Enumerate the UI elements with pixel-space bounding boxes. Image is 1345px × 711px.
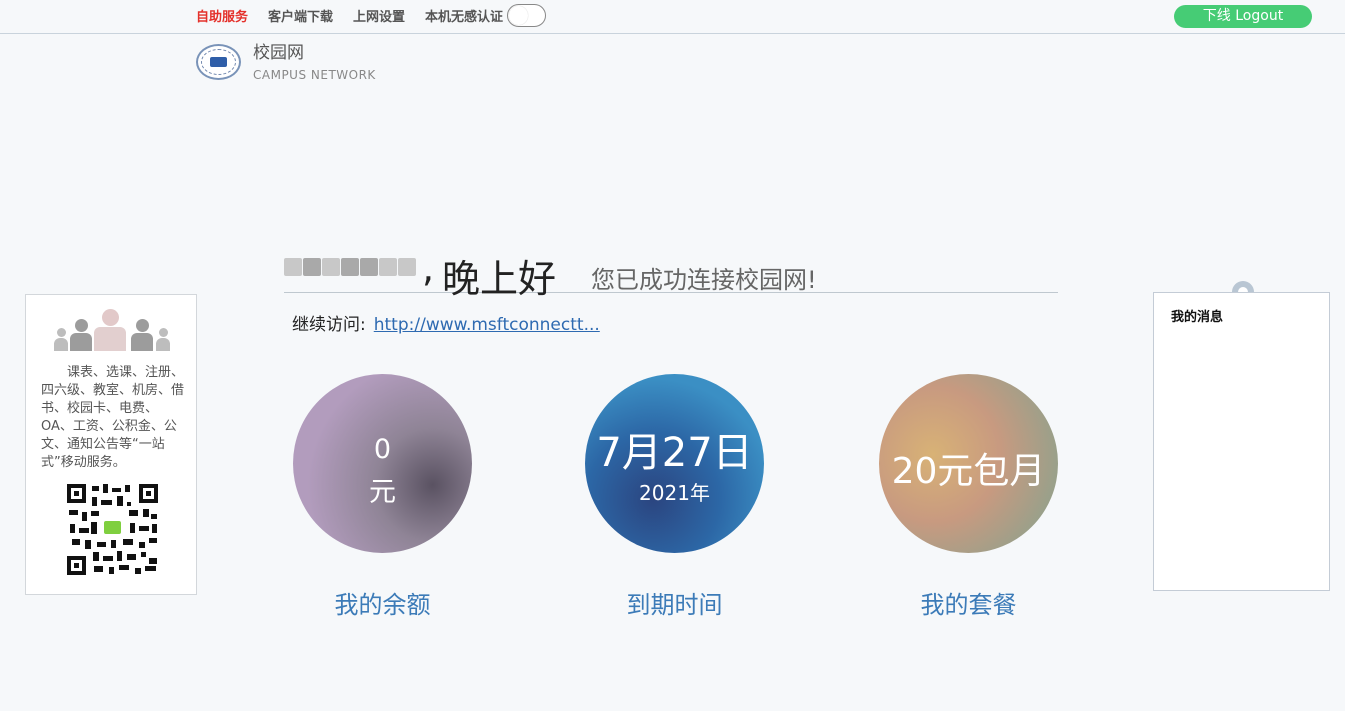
- expiry-circle[interactable]: 7月27日 2021年: [585, 374, 764, 553]
- top-bar: 自助服务 客户端下载 上网设置 本机无感认证 下线 Logout: [0, 0, 1345, 34]
- expiry-date: 7月27日: [596, 430, 753, 476]
- school-seal-logo: [196, 44, 241, 80]
- nav-client-download[interactable]: 客户端下载: [268, 6, 333, 25]
- continue-url-link[interactable]: http://www.msftconnectt...: [374, 315, 600, 335]
- expiry-label[interactable]: 到期时间: [585, 585, 764, 620]
- nav-network-settings[interactable]: 上网设置: [353, 6, 405, 25]
- expiry-year: 2021年: [639, 481, 710, 505]
- greeting-row: , 晚上好 您已成功连接校园网!: [284, 239, 1058, 301]
- plan-label[interactable]: 我的套餐: [879, 585, 1058, 620]
- balance-unit: 元: [369, 477, 396, 508]
- wechat-logo-icon: [102, 519, 123, 536]
- brand-subtitle: CAMPUS NETWORK: [253, 68, 376, 82]
- toggle-knob: [509, 6, 529, 25]
- brand: 校园网 CAMPUS NETWORK: [196, 44, 376, 81]
- greeting-text: 晚上好: [442, 257, 557, 301]
- top-nav: 自助服务 客户端下载 上网设置 本机无感认证: [196, 4, 547, 27]
- greeting-comma: ,: [422, 246, 435, 290]
- brand-title: 校园网: [253, 43, 304, 63]
- promo-text: 课表、选课、注册、四六级、教室、机房、借书、校园卡、电费、OA、工资、公积金、公…: [41, 365, 185, 470]
- messages-title: 我的消息: [1171, 310, 1224, 325]
- people-group-icon: [54, 303, 172, 351]
- seamless-auth-label: 本机无感认证: [425, 10, 504, 25]
- plan-value: 20元包月: [891, 451, 1046, 492]
- my-messages-panel: 我的消息: [1153, 292, 1330, 591]
- continue-visit: 继续访问: http://www.msftconnectt...: [292, 310, 600, 335]
- balance-value: 0: [373, 434, 392, 465]
- continue-label: 继续访问:: [292, 315, 366, 335]
- balance-label[interactable]: 我的余额: [293, 585, 472, 620]
- plan-circle[interactable]: 20元包月: [879, 374, 1058, 553]
- mobile-service-promo: 课表、选课、注册、四六级、教室、机房、借书、校园卡、电费、OA、工资、公积金、公…: [25, 294, 197, 595]
- balance-circle[interactable]: 0 元: [293, 374, 472, 553]
- logout-button[interactable]: 下线 Logout: [1174, 5, 1312, 28]
- nav-self-service[interactable]: 自助服务: [196, 6, 248, 25]
- blurred-username: [284, 245, 418, 289]
- seamless-auth-toggle[interactable]: [507, 4, 547, 27]
- connection-status: 您已成功连接校园网!: [591, 266, 817, 294]
- qr-code-icon: [67, 484, 158, 575]
